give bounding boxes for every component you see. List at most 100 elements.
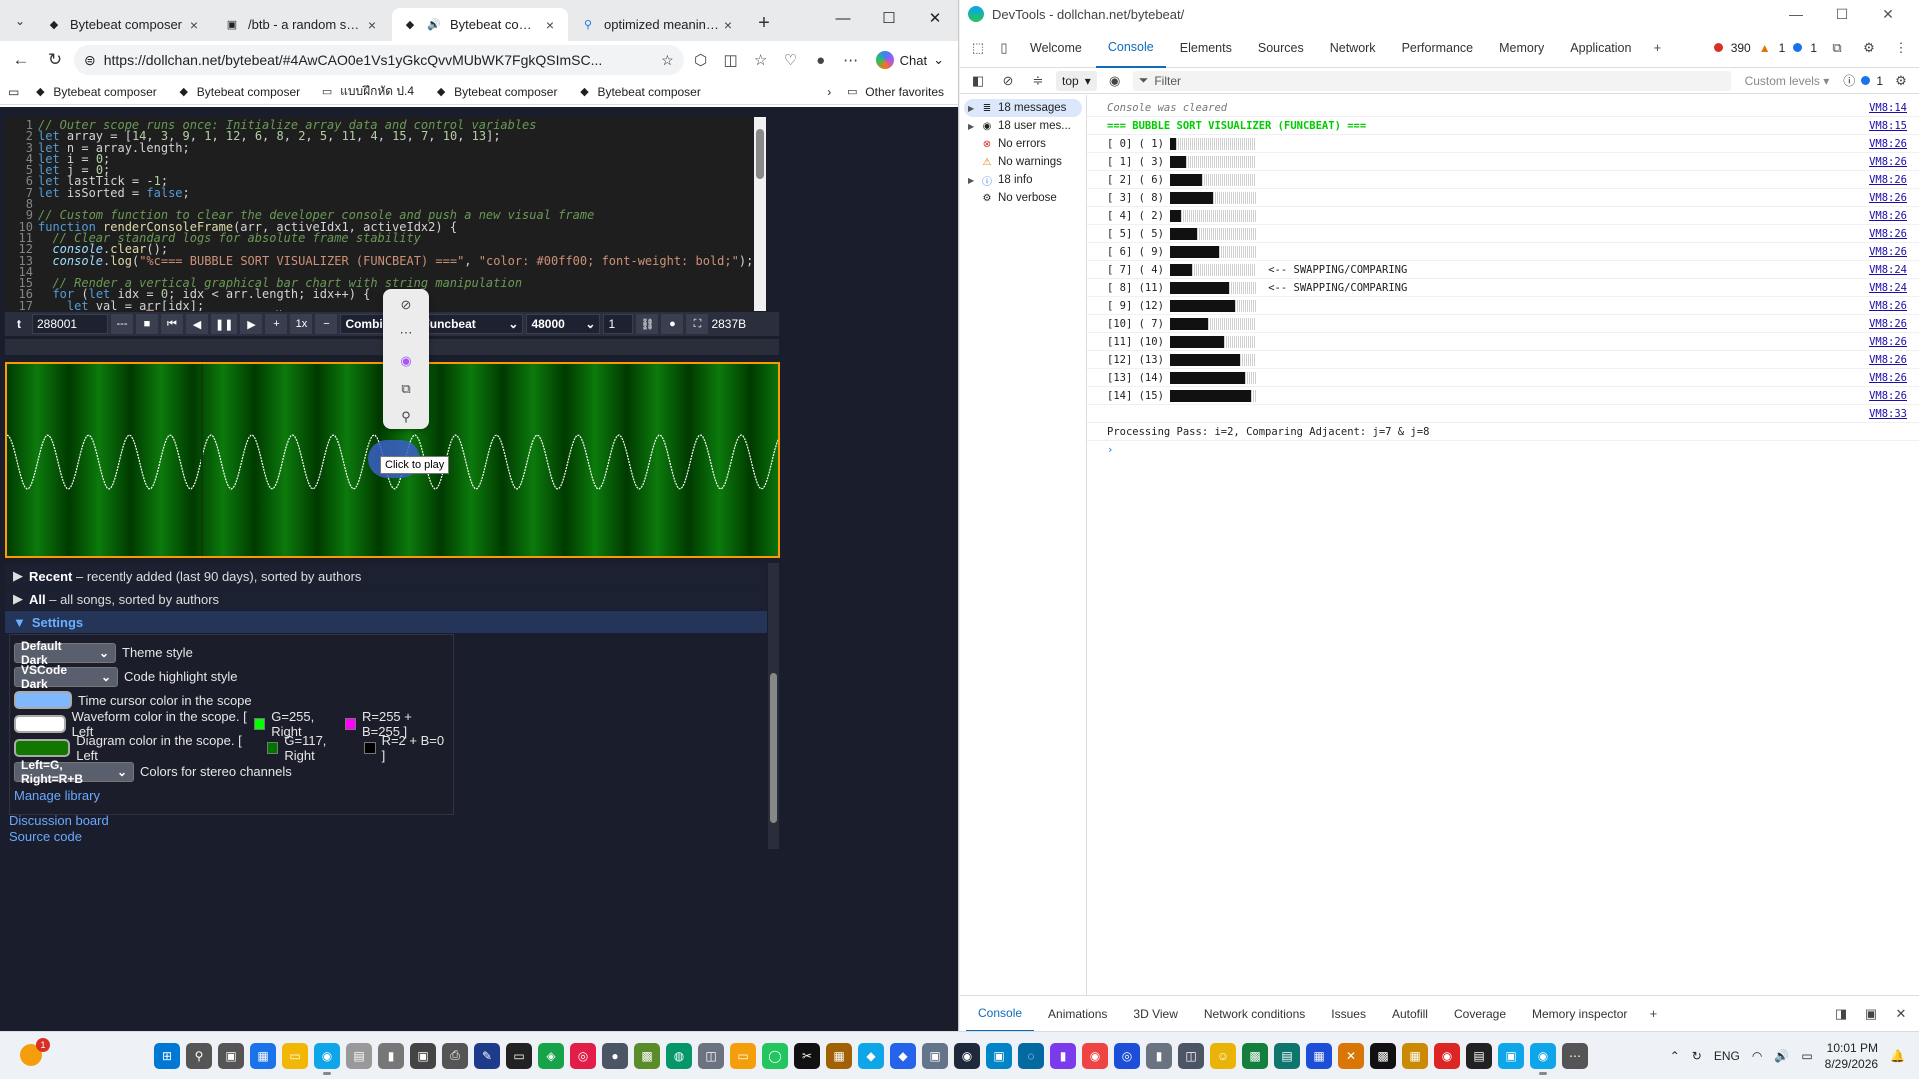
browser-essentials-icon[interactable]: ♡ — [778, 47, 804, 73]
maps-icon[interactable]: ◈ — [538, 1042, 564, 1069]
app-icon[interactable]: ▦ — [1402, 1042, 1428, 1069]
tab-network[interactable]: Network — [1318, 28, 1388, 68]
settings-section-header[interactable]: ▼ Settings — [5, 611, 767, 633]
code-line[interactable]: let isSorted = false; — [38, 187, 766, 199]
minimize-icon[interactable]: — — [1773, 6, 1819, 23]
close-tab-icon[interactable]: × — [186, 17, 202, 33]
context-select[interactable]: top ▾ — [1056, 70, 1097, 91]
copy-icon[interactable]: ⧉ — [401, 381, 410, 397]
add-tab-icon[interactable]: + — [1641, 1002, 1665, 1026]
tab-application[interactable]: Application — [1558, 28, 1643, 68]
browser-tab[interactable]: ◆ Bytebeat composer × — [36, 8, 212, 41]
favorite-item[interactable]: ◆ Bytebeat composer — [428, 85, 563, 99]
speed-down-icon[interactable]: − — [315, 314, 338, 334]
time-mode-button[interactable]: --- — [111, 314, 133, 334]
new-tab-button[interactable]: + — [748, 7, 780, 39]
app-icon[interactable]: ◌ — [1018, 1042, 1044, 1069]
console-filter-input[interactable]: ⏷ Filter — [1132, 70, 1731, 91]
scrollbar-thumb[interactable] — [770, 673, 777, 823]
app-icon[interactable]: ▣ — [922, 1042, 948, 1069]
folder-icon[interactable]: ▭ — [730, 1042, 756, 1069]
play-icon[interactable]: ▶ — [240, 314, 263, 334]
console-sidebar-item[interactable]: ▶ ≣ 18 messages — [964, 99, 1082, 117]
favorite-item[interactable]: ◆ Bytebeat composer — [171, 85, 306, 99]
app-icon[interactable]: ◉ — [1434, 1042, 1460, 1069]
widgets-icon[interactable]: ▦ — [250, 1042, 276, 1069]
app-icon[interactable]: ☺ — [1210, 1042, 1236, 1069]
console-sidebar-item[interactable]: ⊗ No errors — [960, 135, 1086, 153]
drawer-tab-network-conditions[interactable]: Network conditions — [1192, 996, 1317, 1032]
source-link[interactable]: VM8:26 — [1869, 192, 1907, 204]
maximize-icon[interactable]: ☐ — [1819, 6, 1865, 23]
edge-icon[interactable]: ◉ — [314, 1042, 340, 1075]
start-icon[interactable]: ⊞ — [154, 1042, 180, 1069]
terminal-icon[interactable]: ▭ — [506, 1042, 532, 1069]
notification-bell-icon[interactable]: 🔔 — [1890, 1049, 1905, 1063]
app-icon[interactable]: ◉ — [1082, 1042, 1108, 1069]
drawer-tab-autofill[interactable]: Autofill — [1380, 996, 1440, 1032]
app-icon[interactable]: ✕ — [1338, 1042, 1364, 1069]
minimize-icon[interactable]: — — [820, 0, 866, 36]
app-icon[interactable]: ◍ — [666, 1042, 692, 1069]
rewind-start-icon[interactable]: ⏮ — [161, 314, 183, 334]
issues-icon[interactable] — [1861, 76, 1871, 85]
more-menu-icon[interactable]: ⋯ — [838, 47, 864, 73]
pause-icon[interactable]: ❚❚ — [211, 314, 238, 334]
all-section-header[interactable]: ▶ All – all songs, sorted by authors — [5, 588, 767, 610]
drawer-tab-issues[interactable]: Issues — [1319, 996, 1378, 1032]
share-icon[interactable]: ⧉ — [1825, 36, 1849, 60]
app-icon[interactable]: ▣ — [1498, 1042, 1524, 1069]
close-tab-icon[interactable]: × — [720, 17, 736, 33]
source-link[interactable]: VM8:26 — [1869, 372, 1907, 384]
sync-icon[interactable]: ↻ — [1692, 1049, 1702, 1063]
stop-icon[interactable]: ■ — [136, 314, 158, 334]
search-icon[interactable]: ⚲ — [186, 1042, 212, 1069]
source-link[interactable]: VM8:24 — [1869, 282, 1907, 294]
app-icon[interactable]: ▩ — [1370, 1042, 1396, 1069]
stereo-select[interactable]: Left=G, Right=R+B ⌄ — [14, 758, 134, 786]
printer-icon[interactable]: ⎙ — [442, 1042, 468, 1069]
console-prompt[interactable]: › — [1087, 441, 1919, 459]
source-link[interactable]: VM8:15 — [1869, 120, 1907, 132]
favorite-star-icon[interactable]: ☆ — [661, 52, 674, 69]
add-tab-icon[interactable]: + — [1645, 36, 1669, 60]
fullscreen-icon[interactable]: ⛶ — [686, 314, 709, 334]
tab-welcome[interactable]: Welcome — [1018, 28, 1094, 68]
copilot-icon[interactable]: ◉ — [400, 353, 411, 369]
time-input[interactable]: 288001 — [32, 314, 108, 334]
drawer-tab-coverage[interactable]: Coverage — [1442, 996, 1518, 1032]
store-icon[interactable]: ▣ — [410, 1042, 436, 1069]
browser-tab-active[interactable]: ◆ 🔊 Bytebeat composer × — [392, 8, 568, 41]
maximize-icon[interactable]: ☐ — [866, 0, 912, 36]
source-link[interactable]: VM8:26 — [1869, 228, 1907, 240]
app-icon[interactable]: ▮ — [378, 1042, 404, 1069]
dock-side-icon[interactable]: ◨ — [1829, 1002, 1853, 1026]
source-link[interactable]: VM8:26 — [1869, 138, 1907, 150]
manage-library-link[interactable]: Manage library — [14, 788, 100, 803]
link-icon[interactable]: ⛓ — [636, 314, 659, 334]
device-toolbar-icon[interactable]: ▯ — [992, 36, 1016, 60]
browser-tab[interactable]: ▣ /btb - a random song × — [214, 8, 390, 41]
site-info-icon[interactable]: ⊜ — [84, 52, 96, 69]
refresh-icon[interactable]: ↻ — [40, 45, 70, 75]
app-icon[interactable]: ▤ — [1274, 1042, 1300, 1069]
source-link[interactable]: VM8:26 — [1869, 246, 1907, 258]
tab-actions-button[interactable]: ⌄ — [4, 5, 36, 37]
chevron-up-icon[interactable]: ⌃ — [1670, 1049, 1680, 1063]
live-expression-eye-icon[interactable]: ◉ — [1103, 69, 1127, 93]
tab-elements[interactable]: Elements — [1168, 28, 1244, 68]
close-drawer-icon[interactable]: ✕ — [1889, 1002, 1913, 1026]
app-icon[interactable]: ◆ — [890, 1042, 916, 1069]
code-line[interactable]: let i = 0; — [38, 153, 766, 165]
copilot-chat-button[interactable]: Chat ⌄ — [868, 51, 952, 69]
reading-view-icon[interactable]: ▭ — [8, 85, 19, 99]
source-link[interactable]: VM8:26 — [1869, 300, 1907, 312]
editor-scrollbar[interactable] — [754, 117, 766, 311]
chrome-icon[interactable]: ◎ — [570, 1042, 596, 1069]
app-icon[interactable]: ◫ — [1178, 1042, 1204, 1069]
app-icon[interactable]: ▦ — [1306, 1042, 1332, 1069]
source-link[interactable]: VM8:26 — [1869, 354, 1907, 366]
wifi-icon[interactable]: ◠ — [1752, 1049, 1762, 1063]
sidebar-toggle-icon[interactable]: ◧ — [966, 69, 990, 93]
app-icon[interactable]: ▮ — [1146, 1042, 1172, 1069]
